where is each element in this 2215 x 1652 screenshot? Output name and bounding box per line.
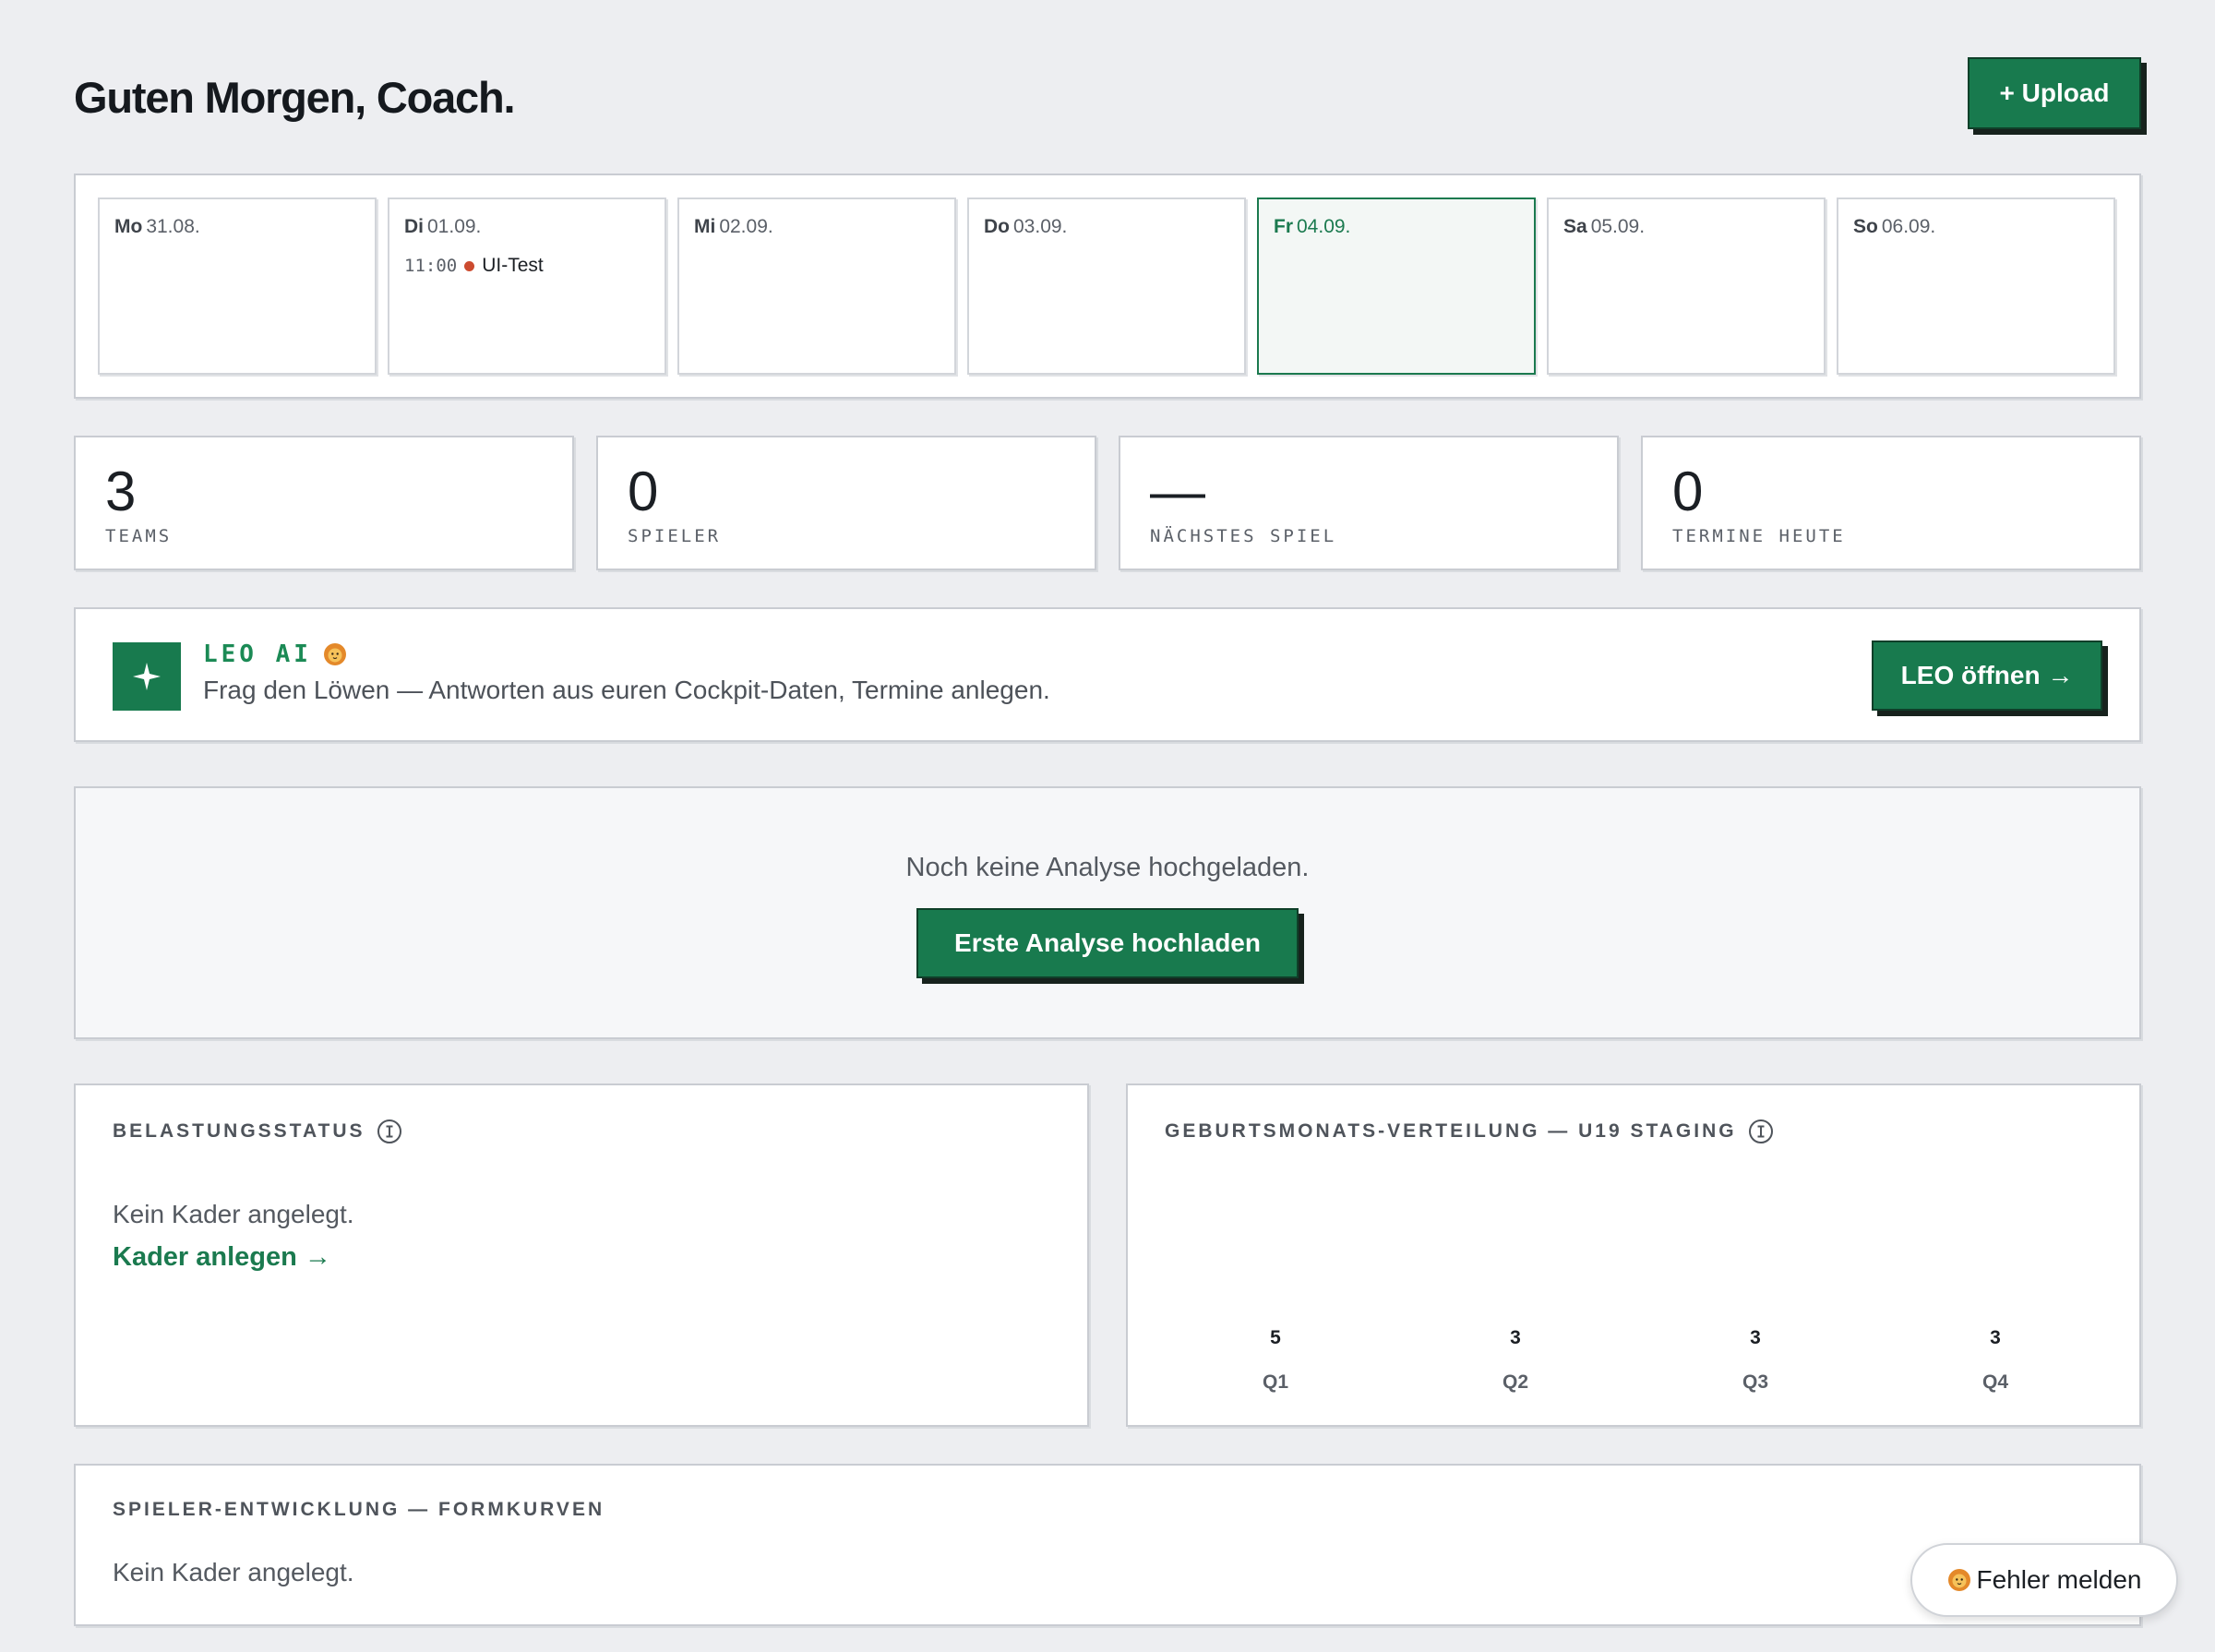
day-card-sa[interactable]: Sa 05.09. <box>1547 198 1826 375</box>
empty-text: Kein Kader angelegt. <box>113 1200 354 1228</box>
event-time: 11:00 <box>404 256 458 276</box>
day-name: So <box>1853 216 1878 237</box>
stat-value: 0 <box>1672 461 1704 522</box>
bar-label-q3: Q3 <box>1742 1371 1768 1393</box>
bar-value-q4: 3 <box>1990 1327 2001 1348</box>
bar-value-q1: 5 <box>1270 1327 1281 1348</box>
report-bug-button[interactable]: Fehler melden <box>1910 1543 2178 1617</box>
stat-card-appointments-today: 0 TERMINE HEUTE <box>1641 436 2141 570</box>
day-date: 03.09. <box>1013 216 1068 237</box>
bar-label-q1: Q1 <box>1262 1371 1288 1393</box>
day-card-di[interactable]: Di 01.09. 11:00 UI-Test <box>388 198 666 375</box>
day-date: 02.09. <box>719 216 773 237</box>
leo-ai-banner: LEO AI Frag den Löwen — Antworten aus eu… <box>74 607 2141 742</box>
birth-month-distribution-card: GEBURTSMONATS-VERTEILUNG — U19 STAGING 5… <box>1126 1083 2141 1427</box>
bar-value-q3: 3 <box>1750 1327 1761 1348</box>
bar-label-q4: Q4 <box>1982 1371 2008 1393</box>
lion-icon <box>323 643 346 665</box>
leo-title: LEO AI <box>203 640 347 668</box>
create-squad-link[interactable]: Kader anlegen → <box>113 1242 331 1273</box>
stat-value: — <box>1150 461 1205 522</box>
event-dot-icon <box>464 260 475 271</box>
day-date: 04.09. <box>1297 216 1351 237</box>
day-name: Mi <box>694 216 716 237</box>
stat-card-next-game: — NÄCHSTES SPIEL <box>1119 436 1619 570</box>
day-name: Do <box>984 216 1010 237</box>
day-name: Mo <box>114 216 143 237</box>
day-card-mi[interactable]: Mi 02.09. <box>677 198 956 375</box>
day-date: 06.09. <box>1881 216 1936 237</box>
stat-value: 3 <box>105 461 137 522</box>
day-date: 05.09. <box>1590 216 1646 237</box>
day-card-do[interactable]: Do 03.09. <box>967 198 1246 375</box>
player-development-card: SPIELER-ENTWICKLUNG — FORMKURVEN Kein Ka… <box>74 1464 2141 1626</box>
week-calendar: Mo 31.08. Di 01.09. 11:00 UI-Test Mi 02.09.… <box>74 174 2141 399</box>
bar-label-q2: Q2 <box>1502 1371 1528 1393</box>
stat-label: TEAMS <box>105 526 173 546</box>
day-card-mo[interactable]: Mo 31.08. <box>98 198 377 375</box>
stat-card-teams: 3 TEAMS <box>74 436 574 570</box>
upload-first-analysis-button[interactable]: Erste Analyse hochladen <box>916 908 1299 978</box>
day-name: Di <box>404 216 424 237</box>
leo-description: Frag den Löwen — Antworten aus euren Coc… <box>203 676 1050 704</box>
bar-value-q2: 3 <box>1510 1327 1521 1348</box>
stat-label: NÄCHSTES SPIEL <box>1150 526 1337 546</box>
lion-icon <box>1947 1569 1970 1591</box>
day-name: Fr <box>1274 216 1293 237</box>
report-label: Fehler melden <box>1976 1565 2142 1594</box>
page-title: Guten Morgen, Coach. <box>74 73 516 122</box>
calendar-event[interactable]: 11:00 UI-Test <box>404 255 544 277</box>
card-title: SPIELER-ENTWICKLUNG — FORMKURVEN <box>113 1499 605 1520</box>
sparkle-icon <box>113 642 181 711</box>
day-date: 31.08. <box>146 216 200 237</box>
day-card-fr-today[interactable]: Fr 04.09. <box>1257 198 1536 375</box>
stat-label: SPIELER <box>628 526 722 546</box>
stat-label: TERMINE HEUTE <box>1672 526 1846 546</box>
stat-value: 0 <box>628 461 659 522</box>
open-leo-button[interactable]: LEO öffnen → <box>1872 640 2102 711</box>
day-name: Sa <box>1563 216 1587 237</box>
info-icon[interactable] <box>1748 1119 1774 1144</box>
card-title: GEBURTSMONATS-VERTEILUNG — U19 STAGING <box>1165 1119 1774 1144</box>
stat-card-players: 0 SPIELER <box>596 436 1096 570</box>
event-title: UI-Test <box>482 255 544 276</box>
info-icon[interactable] <box>377 1119 402 1144</box>
empty-text: Kein Kader angelegt. <box>113 1558 354 1586</box>
page-header: Guten Morgen, Coach. + Upload <box>74 57 2141 135</box>
load-status-card: BELASTUNGSSTATUS Kein Kader angelegt. Ka… <box>74 1083 1089 1427</box>
analysis-empty-text: Noch keine Analyse hochgeladen. <box>905 853 1310 882</box>
day-card-so[interactable]: So 06.09. <box>1837 198 2115 375</box>
day-date: 01.09. <box>427 216 482 237</box>
upload-button[interactable]: + Upload <box>1968 57 2141 129</box>
analysis-empty-state: Noch keine Analyse hochgeladen. Erste An… <box>74 786 2141 1039</box>
card-title: BELASTUNGSSTATUS <box>113 1119 402 1144</box>
